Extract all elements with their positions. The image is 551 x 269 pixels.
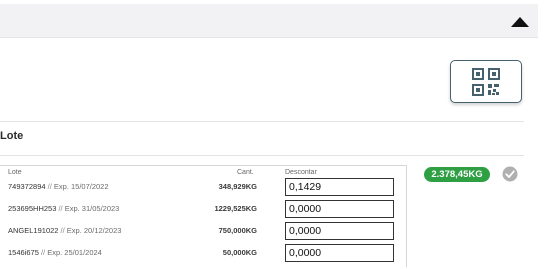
- lot-code: 1546i675: [8, 248, 39, 257]
- lot-quantity: 348,929KG: [218, 182, 257, 191]
- lot-separator: //: [58, 226, 67, 235]
- lot-expiry: Exp. 20/12/2023: [66, 226, 122, 235]
- discount-input[interactable]: [285, 244, 394, 262]
- discount-input[interactable]: [285, 178, 394, 196]
- section-divider: [0, 121, 524, 122]
- lot-label: ANGEL191022 // Exp. 20/12/2023: [8, 226, 121, 235]
- table-row: 1546i675 // Exp. 25/01/2024 50,000KG: [0, 243, 405, 263]
- lot-separator: //: [38, 248, 48, 257]
- lot-code: 749372894: [8, 182, 46, 191]
- section-title: Lote: [0, 130, 24, 142]
- lot-quantity: 50,000KG: [222, 248, 257, 257]
- table-row: 749372894 // Exp. 15/07/2022 348,929KG: [0, 177, 405, 197]
- lot-label: 749372894 // Exp. 15/07/2022: [8, 182, 109, 191]
- check-circle-icon: [502, 166, 518, 182]
- lot-label: 253695HH253 // Exp. 31/05/2023: [8, 204, 119, 213]
- total-quantity-badge: 2.378,45KG: [424, 167, 490, 182]
- lot-expiry: Exp. 25/01/2024: [47, 248, 102, 257]
- lot-expiry: Exp. 31/05/2023: [64, 204, 120, 213]
- discount-input[interactable]: [285, 222, 394, 240]
- lot-expiry: Exp. 15/07/2022: [53, 182, 109, 191]
- triangle-up-icon: [511, 17, 529, 27]
- qr-code-icon: [472, 67, 500, 96]
- table-row: 253695HH253 // Exp. 31/05/2023 1229,525K…: [0, 199, 405, 219]
- lot-code: ANGEL191022: [8, 226, 59, 235]
- column-header-cant: Cant.: [237, 169, 254, 176]
- lot-separator: //: [56, 204, 65, 213]
- qr-scan-button[interactable]: [450, 60, 522, 103]
- section-divider: [0, 155, 524, 156]
- collapse-toggle-button[interactable]: [508, 13, 532, 29]
- section-header-bar: [0, 4, 538, 38]
- confirm-button[interactable]: [502, 166, 518, 182]
- column-header-lote: Lote: [8, 169, 22, 176]
- table-row: ANGEL191022 // Exp. 20/12/2023 750,000KG: [0, 221, 405, 241]
- column-header-descontar: Descontar: [285, 169, 317, 176]
- lot-quantity: 750,000KG: [218, 226, 257, 235]
- lot-label: 1546i675 // Exp. 25/01/2024: [8, 248, 102, 257]
- discount-input[interactable]: [285, 200, 394, 218]
- lot-separator: //: [45, 182, 54, 191]
- lot-code: 253695HH253: [8, 204, 57, 213]
- lot-quantity: 1229,525KG: [214, 204, 257, 213]
- lot-table: Lote Cant. Descontar 749372894 // Exp. 1…: [0, 165, 407, 267]
